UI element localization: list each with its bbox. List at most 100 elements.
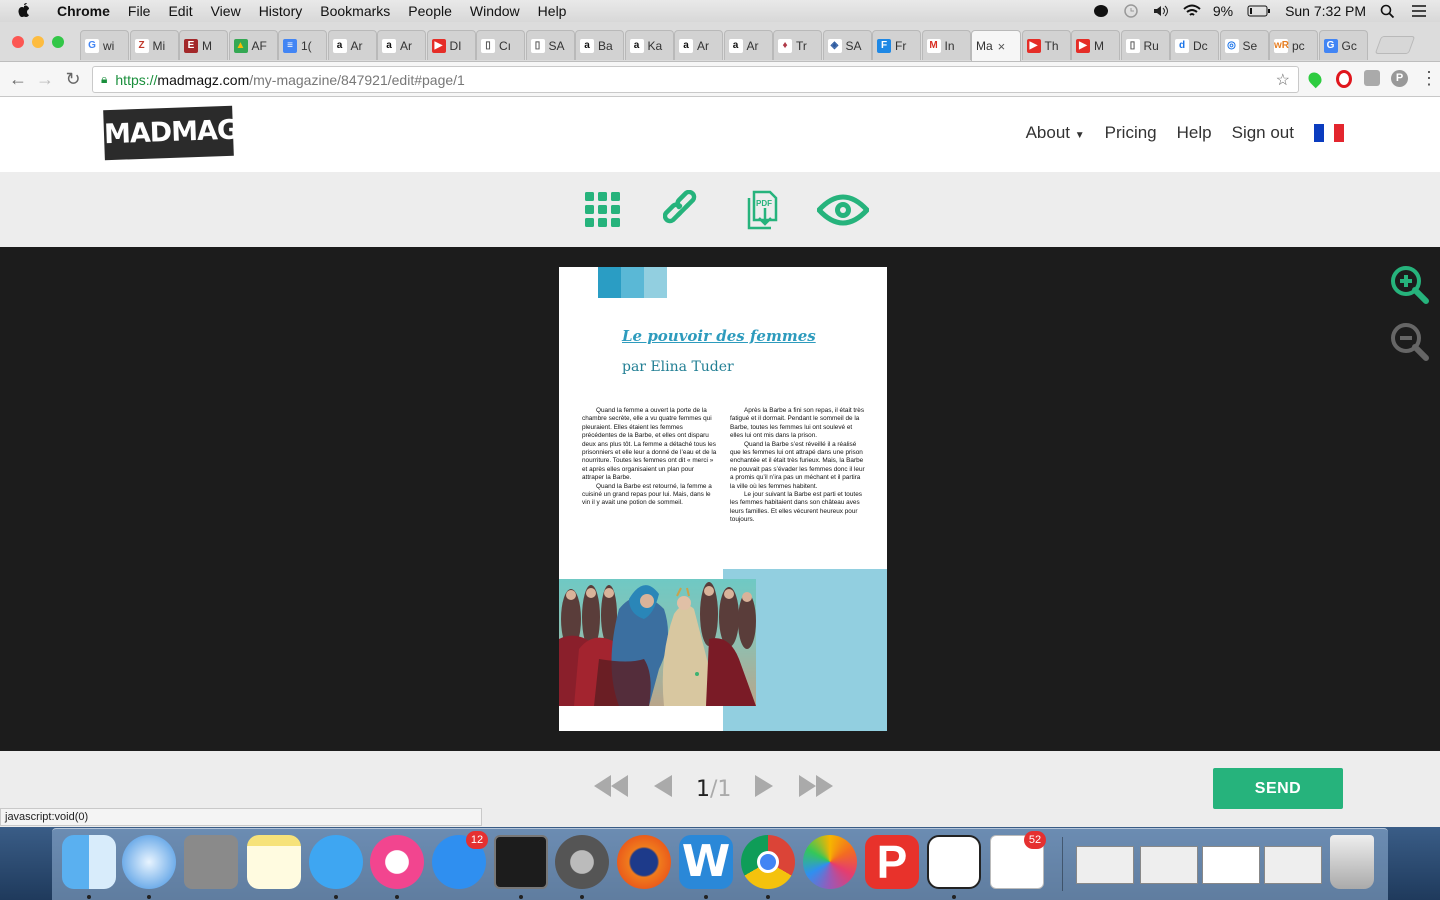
browser-tab[interactable]: ▯ Cı: [476, 30, 525, 60]
minimize-window-button[interactable]: [32, 36, 44, 48]
reload-icon[interactable]: ↻: [61, 67, 85, 91]
word-icon[interactable]: W: [679, 835, 733, 889]
extension-green-icon[interactable]: [1305, 69, 1325, 89]
menu-view[interactable]: View: [202, 3, 250, 19]
menu-edit[interactable]: Edit: [159, 3, 201, 19]
polaris-p-icon[interactable]: P: [865, 835, 919, 889]
french-flag-icon[interactable]: [1314, 124, 1344, 142]
notification-bubble-icon[interactable]: [1093, 4, 1109, 18]
menu-file[interactable]: File: [119, 3, 160, 19]
clock[interactable]: Sun 7:32 PM: [1285, 3, 1366, 19]
first-page-icon[interactable]: [592, 773, 630, 805]
close-tab-icon[interactable]: ×: [998, 39, 1006, 54]
nav-help[interactable]: Help: [1177, 123, 1212, 143]
article-author[interactable]: par Elina Tuder: [622, 359, 734, 375]
finder-icon[interactable]: [62, 835, 116, 889]
microphone-app-icon[interactable]: [927, 835, 981, 889]
new-tab-button[interactable]: [1374, 36, 1416, 54]
minimized-word-window[interactable]: [1140, 846, 1198, 884]
browser-tab[interactable]: ▶ M: [1071, 30, 1120, 60]
nav-pricing[interactable]: Pricing: [1105, 123, 1157, 143]
address-bar[interactable]: 🔒︎ https:// madmagz.com /my-magazine/847…: [92, 66, 1299, 93]
chrome-menu-icon[interactable]: ⋮: [1420, 68, 1438, 88]
browser-tab[interactable]: d Dc: [1170, 30, 1219, 60]
menu-history[interactable]: History: [250, 3, 312, 19]
pdf-download-icon[interactable]: PDF: [744, 190, 784, 230]
browser-tab[interactable]: ▶ DI: [426, 30, 476, 60]
menu-help[interactable]: Help: [529, 3, 576, 19]
browser-tab[interactable]: EM: [179, 30, 228, 60]
eye-preview-icon[interactable]: [815, 190, 871, 230]
browser-tab[interactable]: a Ar: [327, 30, 377, 60]
browser-tab[interactable]: ◎ Se: [1219, 30, 1269, 60]
photos-icon[interactable]: [803, 835, 857, 889]
notes-icon[interactable]: [247, 835, 301, 889]
trash-icon[interactable]: [1330, 835, 1374, 889]
browser-tab[interactable]: a Ka: [624, 30, 674, 60]
chrome-icon[interactable]: [741, 835, 795, 889]
send-button[interactable]: SEND: [1213, 768, 1343, 809]
menu-app-name[interactable]: Chrome: [48, 3, 119, 19]
browser-tab[interactable]: ▲ AF: [228, 30, 278, 60]
menu-people[interactable]: People: [399, 3, 461, 19]
calculator-icon[interactable]: [184, 835, 238, 889]
browser-tab[interactable]: a Ar: [723, 30, 773, 60]
battery-icon[interactable]: [1247, 4, 1271, 18]
forward-arrow-icon[interactable]: →: [33, 67, 57, 91]
browser-tab[interactable]: F Fr: [872, 30, 921, 60]
magazine-page[interactable]: Le pouvoir des femmes par Elina Tuder Qu…: [559, 267, 887, 731]
grid-icon[interactable]: [583, 190, 623, 230]
minimized-word-window[interactable]: [1076, 846, 1134, 884]
extension-gray-icon[interactable]: [1364, 70, 1380, 86]
time-machine-icon[interactable]: [1123, 4, 1139, 18]
browser-tab[interactable]: wR pc: [1269, 30, 1318, 60]
browser-tab[interactable]: M In: [921, 30, 971, 60]
itunes-icon[interactable]: [370, 835, 424, 889]
last-page-icon[interactable]: [797, 773, 835, 805]
volume-icon[interactable]: [1153, 4, 1169, 18]
firefox-icon[interactable]: [617, 835, 671, 889]
wifi-icon[interactable]: [1183, 4, 1201, 18]
messages-icon[interactable]: [309, 835, 363, 889]
minimized-document-window[interactable]: [1264, 846, 1322, 884]
previous-page-icon[interactable]: [652, 773, 674, 805]
illustration-painting[interactable]: [559, 579, 756, 706]
zoom-in-icon[interactable]: [1390, 265, 1430, 305]
browser-tab[interactable]: ◈ SA: [822, 30, 872, 60]
spotlight-search-icon[interactable]: [1380, 4, 1396, 19]
minimized-safari-window[interactable]: [1202, 846, 1260, 884]
browser-tab[interactable]: ▯ Ru: [1120, 30, 1170, 60]
browser-tab[interactable]: a Ar: [674, 30, 723, 60]
madmagz-logo[interactable]: MADMAGZ: [103, 105, 257, 161]
zoom-out-icon[interactable]: [1390, 322, 1430, 362]
next-page-icon[interactable]: [753, 773, 775, 805]
article-title[interactable]: Le pouvoir des femmes: [622, 327, 816, 345]
apple-menu-icon[interactable]: [0, 1, 48, 21]
browser-tab[interactable]: ▯ SA: [525, 30, 575, 60]
browser-tab[interactable]: ≡ 1(: [278, 30, 327, 60]
menu-window[interactable]: Window: [461, 3, 529, 19]
browser-tab[interactable]: Gwi: [80, 30, 129, 60]
safari-icon[interactable]: [122, 835, 176, 889]
article-column-2[interactable]: Après la Barbe a fini son repas, il étai…: [730, 407, 865, 525]
link-icon[interactable]: [662, 189, 703, 230]
browser-tab[interactable]: ♦ Tr: [773, 30, 822, 60]
menu-bookmarks[interactable]: Bookmarks: [311, 3, 399, 19]
browser-tab[interactable]: Ma ×: [971, 30, 1021, 61]
bookmark-star-icon[interactable]: ☆: [1276, 70, 1290, 90]
browser-tab[interactable]: Z Mi: [129, 30, 179, 60]
browser-tab[interactable]: a Ar: [377, 30, 426, 60]
system-preferences-icon[interactable]: [555, 835, 609, 889]
activity-monitor-icon[interactable]: [494, 835, 548, 889]
article-column-1[interactable]: Quand la femme a ouvert la porte de la c…: [582, 407, 717, 508]
extension-p-icon[interactable]: P: [1391, 70, 1408, 87]
opera-extension-icon[interactable]: [1336, 70, 1352, 88]
nav-about[interactable]: About ▼: [1026, 123, 1085, 143]
nav-sign-out[interactable]: Sign out: [1232, 123, 1294, 143]
browser-tab[interactable]: a Ba: [575, 30, 624, 60]
notification-center-icon[interactable]: [1410, 4, 1426, 18]
browser-tab[interactable]: ▶ Th: [1021, 30, 1071, 60]
close-window-button[interactable]: [12, 36, 24, 48]
browser-tab[interactable]: G Gc: [1318, 30, 1368, 60]
back-arrow-icon[interactable]: ←: [6, 67, 30, 91]
